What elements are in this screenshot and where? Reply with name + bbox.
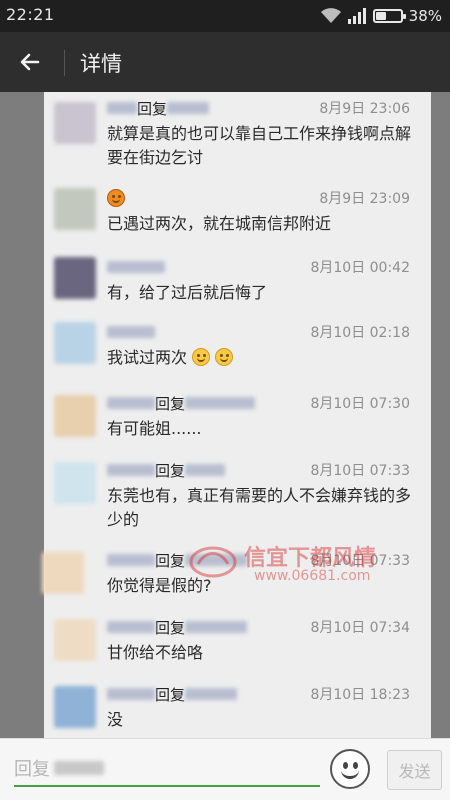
blurred-username — [107, 464, 155, 476]
comment-list-area[interactable]: 回复 8月9日 23:06 就算是真的也可以靠自己工作来挣钱啊点解要在街边乞讨 … — [0, 92, 450, 738]
comment-time: 8月9日 23:09 — [319, 191, 410, 207]
status-icons: 38% — [320, 6, 442, 26]
comment-author: 回复 — [107, 460, 226, 480]
comment-item[interactable]: 8月10日 00:42 有，给了过后就后悔了 — [44, 257, 431, 307]
avatar[interactable] — [54, 257, 96, 299]
battery-icon — [372, 9, 406, 23]
reply-label: 回复 — [155, 394, 186, 413]
reply-label: 回复 — [155, 618, 186, 637]
comment-text: 甘你给不给咯 — [107, 643, 204, 662]
blurred-reply-target — [167, 102, 210, 114]
avatar[interactable] — [54, 686, 96, 728]
comment-text: 你觉得是假的? — [107, 576, 212, 595]
comment-time: 8月10日 00:42 — [310, 260, 410, 276]
comment-item[interactable]: 回复 8月9日 23:06 就算是真的也可以靠自己工作来挣钱啊点解要在街边乞讨 — [44, 98, 431, 167]
wifi-icon — [320, 8, 341, 23]
back-arrow-icon — [20, 53, 40, 71]
avatar[interactable] — [54, 102, 96, 144]
avatar[interactable] — [54, 462, 96, 504]
comment-item[interactable]: 回复 8月10日 07:33 东莞也有，真正有需要的人不会嫌弃钱的多少的 — [44, 460, 431, 530]
blurred-reply-target — [185, 397, 256, 409]
reply-label: 回复 — [137, 99, 168, 118]
blurred-username — [107, 397, 155, 409]
blurred-username — [107, 688, 155, 700]
comment-author: 回复 — [107, 393, 256, 413]
comment-time: 8月10日 18:23 — [310, 687, 410, 703]
comment-text: 没 — [107, 710, 124, 729]
comment-item[interactable]: 回复 8月10日 07:30 有可能姐...... — [44, 393, 431, 443]
battery-percent: 38% — [408, 7, 442, 25]
comment-text-body: 我试过两次 — [107, 348, 188, 367]
avatar[interactable] — [54, 619, 96, 661]
emoji-button[interactable] — [330, 749, 370, 789]
comment-author — [107, 188, 125, 208]
reply-placeholder: 回复 — [14, 759, 50, 780]
comment-time: 8月9日 23:06 — [319, 101, 410, 117]
reply-input-bar: 回复 发送 — [0, 738, 450, 800]
comment-text: 东莞也有，真正有需要的人不会嫌弃钱的多少的 — [107, 486, 412, 529]
header-bar: 详情 — [0, 32, 450, 92]
blurred-reply-target — [54, 761, 104, 775]
reply-input[interactable]: 回复 — [14, 751, 320, 787]
comment-text: 就算是真的也可以靠自己工作来挣钱啊点解要在街边乞讨 — [107, 124, 412, 167]
comment-time: 8月10日 07:34 — [310, 620, 410, 636]
avatar[interactable] — [42, 552, 84, 594]
comment-time: 8月10日 02:18 — [310, 325, 410, 341]
signal-icon — [347, 8, 366, 24]
blurred-reply-target — [185, 621, 248, 633]
blurred-username — [107, 102, 137, 114]
comment-text: 已遇过两次，就在城南信邦附近 — [107, 214, 332, 233]
comment-item[interactable]: 8月10日 02:18 我试过两次 — [44, 322, 431, 374]
smile-emoji-icon — [215, 348, 234, 366]
blurred-username — [107, 621, 155, 633]
comment-text: 有，给了过后就后悔了 — [107, 283, 268, 302]
header-divider — [64, 50, 65, 76]
status-bar: 22:21 38% — [0, 0, 450, 32]
comment-time: 8月10日 07:33 — [310, 463, 410, 479]
blurred-username — [107, 326, 155, 338]
comment-item[interactable]: 回复 8月10日 18:23 没 — [44, 684, 431, 734]
page-title: 详情 — [80, 52, 122, 76]
comment-item[interactable]: 回复 8月10日 07:34 甘你给不给咯 — [44, 617, 431, 667]
avatar[interactable] — [54, 188, 96, 230]
blurred-reply-target — [185, 688, 238, 700]
avatar[interactable] — [54, 322, 96, 364]
comment-time: 8月10日 07:33 — [310, 553, 410, 569]
comment-item[interactable]: 回复 8月10日 07:33 你觉得是假的? — [42, 550, 431, 600]
status-time: 22:21 — [6, 5, 55, 24]
blurred-reply-target — [185, 554, 248, 566]
reply-label: 回复 — [155, 461, 186, 480]
comment-text: 有可能姐...... — [107, 419, 202, 438]
comment-time: 8月10日 07:30 — [310, 396, 410, 412]
reply-label: 回复 — [155, 685, 186, 704]
avatar[interactable] — [54, 395, 96, 437]
comment-author — [107, 257, 165, 277]
comment-author: 回复 — [107, 617, 248, 637]
send-button[interactable]: 发送 — [387, 750, 442, 790]
comment-author — [107, 322, 155, 342]
comment-text: 我试过两次 — [107, 346, 417, 370]
comment-author: 回复 — [107, 98, 210, 118]
blurred-username — [107, 261, 165, 273]
blurred-reply-target — [185, 464, 226, 476]
comment-author: 回复 — [107, 684, 238, 704]
comment-author: 回复 — [107, 550, 248, 570]
comment-list: 回复 8月9日 23:06 就算是真的也可以靠自己工作来挣钱啊点解要在街边乞讨 … — [42, 92, 431, 738]
blurred-username — [107, 554, 155, 566]
reply-label: 回复 — [155, 551, 186, 570]
comment-item[interactable]: 8月9日 23:09 已遇过两次，就在城南信邦附近 — [44, 188, 431, 238]
smile-emoji-icon — [192, 348, 211, 366]
pumpkin-emoji-icon — [107, 189, 125, 207]
back-button[interactable] — [10, 42, 50, 82]
